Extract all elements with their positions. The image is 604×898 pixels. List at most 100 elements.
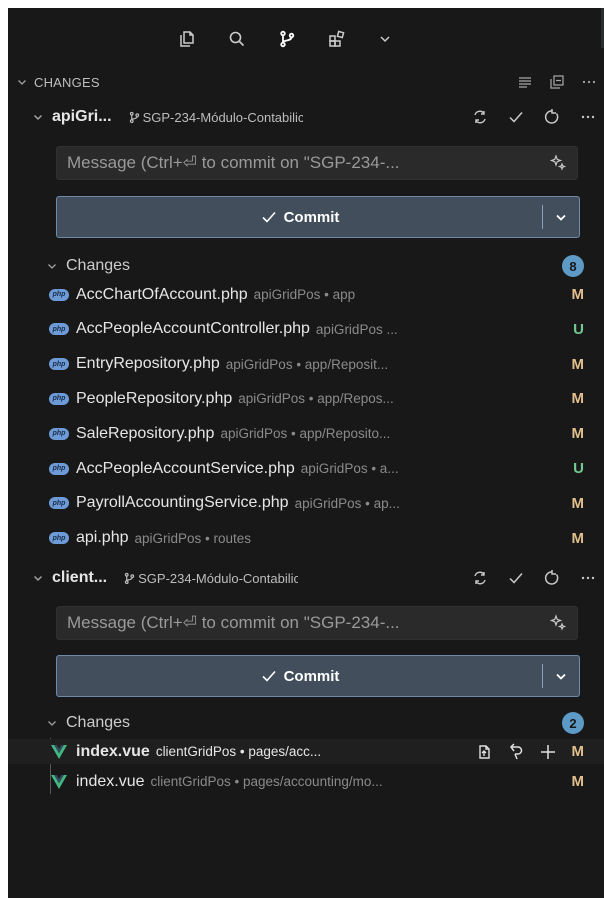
file-row[interactable]: php PayrollAccountingService.php apiGridPo…: [8, 491, 604, 516]
file-row-actions: [474, 742, 558, 762]
file-path: apiGridPos • a...: [300, 461, 399, 476]
file-name: AccChartOfAccount.php: [76, 285, 248, 303]
chevron-down-icon: [556, 214, 566, 221]
sync-changes-icon[interactable]: [470, 107, 490, 127]
commit-check-icon[interactable]: [506, 107, 526, 127]
php-badge: php: [49, 462, 69, 475]
source-control-icon[interactable]: [271, 24, 303, 54]
commit-dropdown-button[interactable]: [543, 656, 579, 696]
file-row[interactable]: php AccChartOfAccount.php apiGridPos • app…: [8, 282, 604, 307]
file-path: apiGridPos • routes: [134, 530, 252, 546]
file-name: AccPeopleAccountService.php: [76, 459, 295, 477]
commit-main-button[interactable]: Commit: [57, 656, 542, 696]
changes-group-header[interactable]: Changes 2: [8, 710, 604, 736]
changes-count-badge: 8: [562, 255, 584, 277]
file-row-content: php AccPeopleAccountController.php apiGrid…: [8, 320, 398, 338]
file-row[interactable]: php AccPeopleAccountService.php apiGridPos…: [8, 456, 604, 481]
repo-name: apiGri...: [52, 108, 112, 125]
chevron-down-icon: [30, 570, 46, 586]
php-badge: php: [49, 392, 69, 405]
commit-button: Commit: [56, 655, 580, 697]
check-icon: [262, 211, 276, 223]
file-path: clientGridPos • pages/accounting/mo...: [150, 774, 383, 789]
more-actions-icon[interactable]: [578, 107, 598, 127]
changes-section-header[interactable]: CHANGES: [8, 70, 604, 94]
list-view-icon[interactable]: [516, 73, 534, 91]
file-row-content: php PeopleRepository.php apiGridPos • app/…: [8, 390, 394, 408]
chevron-down-icon: [30, 109, 46, 125]
file-row[interactable]: php SaleRepository.php apiGridPos • app/Re…: [8, 421, 604, 446]
commit-message-input[interactable]: [57, 612, 539, 634]
generate-message-sparkle-icon[interactable]: [539, 607, 577, 639]
check-icon: [262, 670, 276, 682]
file-row[interactable]: index.vue clientGridPos • pages/accountin…: [8, 769, 604, 794]
file-path: apiGridPos ...: [315, 321, 398, 337]
file-status: U: [573, 320, 584, 338]
php-file-icon: php: [48, 495, 70, 511]
file-row-content: index.vue clientGridPos • pages/acc...: [8, 743, 321, 761]
file-path: apiGridPos • app/Reposit...: [225, 356, 389, 372]
files-icon[interactable]: [171, 24, 203, 54]
file-name: PayrollAccountingService.php: [76, 494, 289, 512]
file-name: EntryRepository.php: [76, 355, 220, 373]
more-actions-icon[interactable]: [578, 568, 598, 588]
commit-button: Commit: [56, 196, 580, 238]
refresh-icon[interactable]: [542, 107, 562, 127]
sync-changes-icon[interactable]: [470, 568, 490, 588]
branch-indicator[interactable]: SGP-234-Módulo-Contabilic: [128, 110, 303, 125]
file-row[interactable]: php PeopleRepository.php apiGridPos • app/…: [8, 386, 604, 411]
repo-row-clientgridpos[interactable]: client... SGP-234-Módulo-Contabilic: [8, 566, 604, 590]
file-path: apiGridPos • app/Reposito...: [220, 426, 391, 442]
file-row-content: php SaleRepository.php apiGridPos • app/Re…: [8, 425, 390, 443]
generate-message-sparkle-icon[interactable]: [539, 147, 577, 179]
discard-changes-icon[interactable]: [506, 742, 526, 762]
chevron-down-icon: [44, 715, 60, 731]
chevron-down-icon[interactable]: [369, 24, 401, 54]
php-file-icon: php: [48, 530, 70, 546]
file-path: apiGridPos • app/Repos...: [238, 391, 394, 407]
more-actions-icon[interactable]: [580, 73, 598, 91]
commit-dropdown-button[interactable]: [543, 197, 579, 237]
file-path: apiGridPos • ap...: [294, 495, 400, 511]
file-row-content: php EntryRepository.php apiGridPos • app/R…: [8, 355, 388, 373]
file-row-content: php AccChartOfAccount.php apiGridPos • app: [8, 286, 355, 304]
search-icon[interactable]: [221, 24, 253, 54]
file-name: AccPeopleAccountController.php: [76, 320, 310, 338]
file-name: index.vue: [76, 772, 145, 790]
commit-message-input[interactable]: [57, 152, 539, 174]
file-status: M: [571, 390, 585, 408]
extensions-icon[interactable]: [321, 24, 353, 54]
php-file-icon: php: [48, 391, 70, 407]
file-path: apiGridPos • app: [253, 287, 356, 302]
branch-indicator[interactable]: SGP-234-Módulo-Contabilic: [123, 571, 298, 586]
repo-row-apigridpos[interactable]: apiGri... SGP-234-Módulo-Contabilic: [8, 105, 604, 129]
file-status: M: [571, 773, 585, 790]
collapse-all-icon[interactable]: [548, 73, 566, 91]
php-file-icon: php: [48, 321, 70, 337]
php-badge: php: [49, 427, 69, 440]
branch-name: SGP-234-Módulo-Contabilic: [142, 109, 303, 125]
open-file-icon[interactable]: [474, 742, 494, 762]
php-badge: php: [49, 532, 69, 545]
repo-name: client...: [52, 569, 108, 586]
refresh-icon[interactable]: [542, 568, 562, 588]
file-row[interactable]: php AccPeopleAccountController.php apiGrid…: [8, 317, 604, 342]
commit-main-button[interactable]: Commit: [57, 197, 542, 237]
vue-file-icon: [48, 774, 70, 790]
commit-message-box: [56, 606, 578, 640]
php-badge: php: [49, 497, 69, 510]
php-badge: php: [49, 358, 69, 371]
php-file-icon: php: [48, 356, 70, 372]
file-row[interactable]: php api.php apiGridPos • routes M: [8, 526, 604, 551]
stage-changes-icon[interactable]: [538, 742, 558, 762]
source-control-panel: CHANGES apiGri... SGP-234-Módulo-Contabi…: [8, 8, 604, 898]
php-badge: php: [49, 288, 69, 301]
file-status: U: [573, 460, 584, 477]
commit-message-box: [56, 146, 578, 180]
file-row[interactable]: index.vue clientGridPos • pages/acc... M: [8, 739, 604, 764]
group-label: Changes: [66, 257, 131, 274]
commit-check-icon[interactable]: [506, 568, 526, 588]
changes-group-header[interactable]: Changes 8: [8, 253, 604, 279]
file-row[interactable]: php EntryRepository.php apiGridPos • app/R…: [8, 352, 604, 377]
php-file-icon: php: [48, 426, 70, 442]
